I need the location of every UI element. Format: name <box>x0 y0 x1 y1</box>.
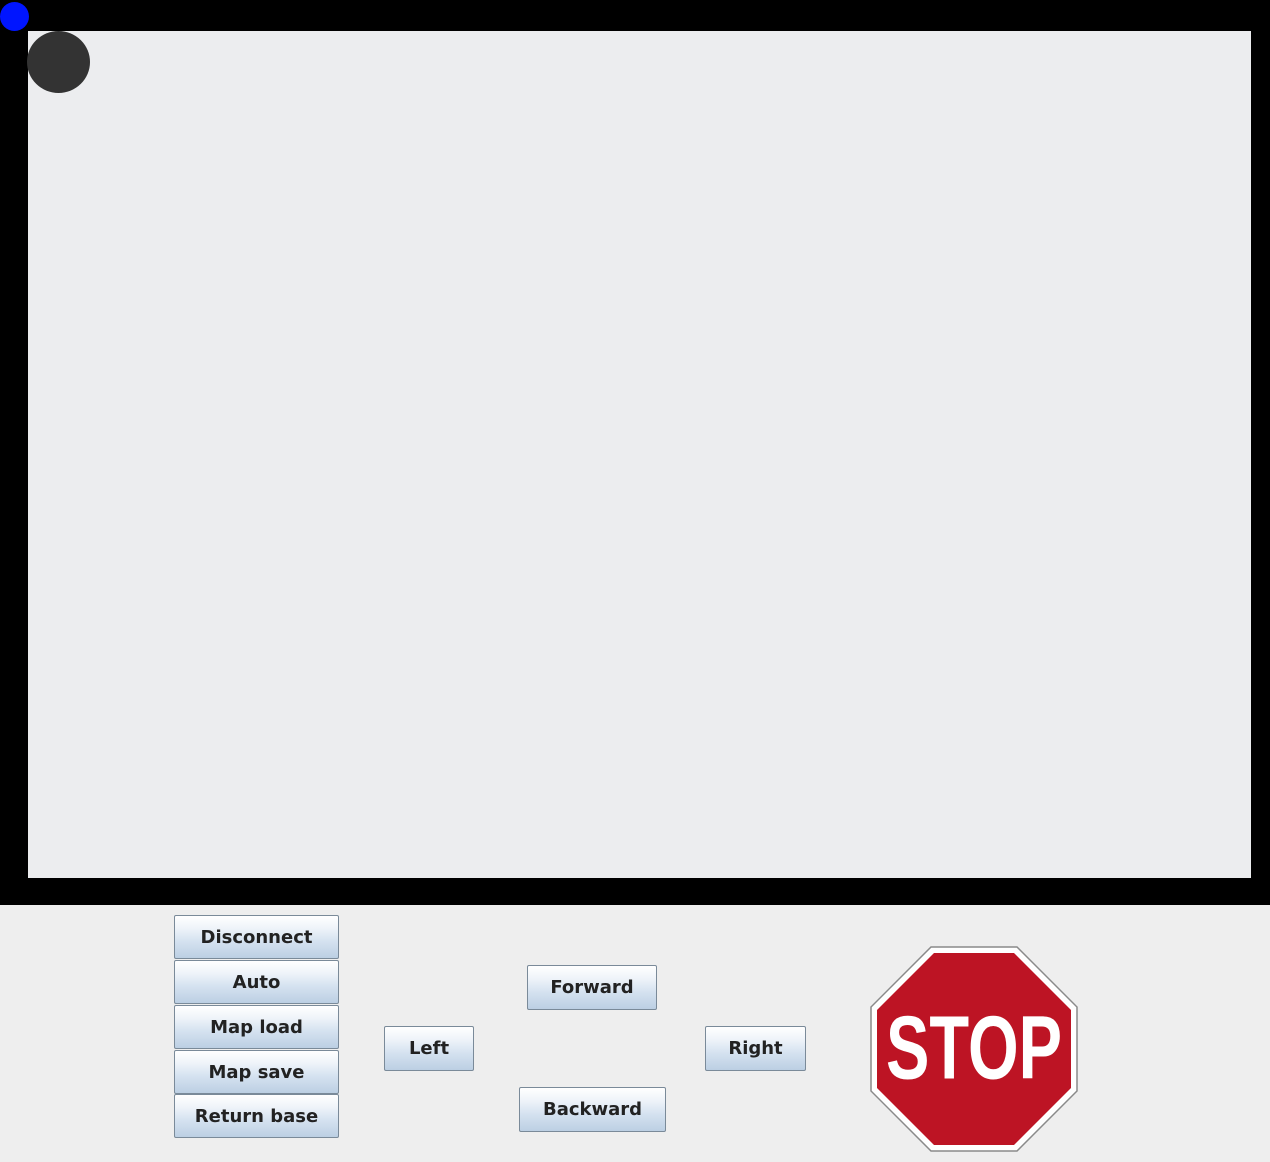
backward-button[interactable]: Backward <box>519 1087 666 1132</box>
robot-marker <box>27 31 90 93</box>
auto-button[interactable]: Auto <box>174 960 339 1004</box>
map-load-button[interactable]: Map load <box>174 1005 339 1049</box>
right-button[interactable]: Right <box>705 1026 806 1071</box>
map-frame <box>0 0 1270 905</box>
base-marker <box>0 2 29 31</box>
map-save-button[interactable]: Map save <box>174 1050 339 1094</box>
disconnect-button[interactable]: Disconnect <box>174 915 339 959</box>
stop-button[interactable]: STOP <box>868 944 1080 1154</box>
stop-sign-icon: STOP <box>870 946 1078 1152</box>
forward-button[interactable]: Forward <box>527 965 657 1010</box>
stop-label: STOP <box>886 998 1062 1098</box>
map-canvas <box>28 31 1251 878</box>
control-panel: Disconnect Auto Map load Map save Return… <box>0 905 1270 1162</box>
return-base-button[interactable]: Return base <box>174 1094 339 1138</box>
left-button[interactable]: Left <box>384 1026 474 1071</box>
